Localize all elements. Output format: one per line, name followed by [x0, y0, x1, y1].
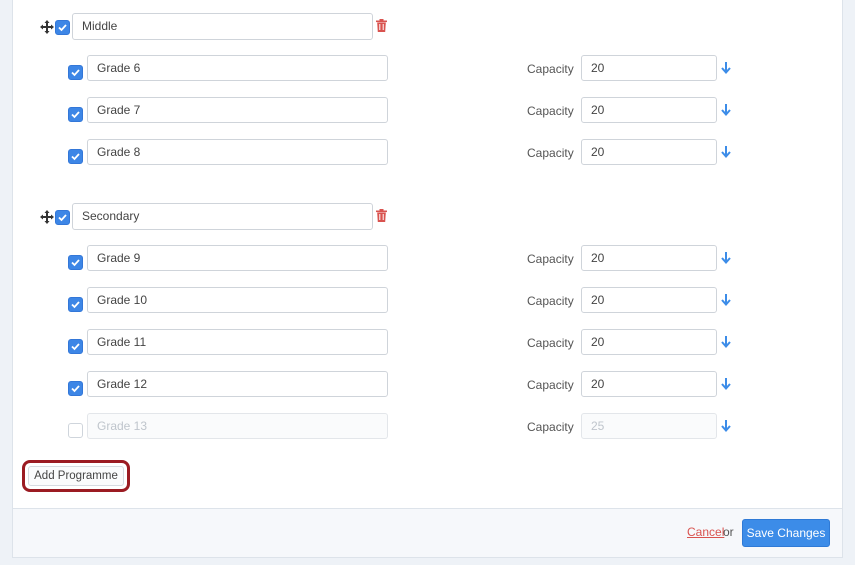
add-programme-highlight: Add Programme [22, 460, 130, 492]
cancel-link[interactable]: Cancel [687, 525, 724, 539]
move-icon[interactable] [40, 20, 54, 34]
trash-icon[interactable] [376, 19, 387, 32]
grade-checkbox[interactable] [68, 149, 83, 164]
group-name-input-secondary[interactable]: Secondary [72, 203, 373, 230]
capacity-input[interactable]: 20 [581, 371, 717, 397]
arrow-down-icon[interactable] [721, 420, 731, 432]
grade-name-input[interactable]: Grade 11 [87, 329, 388, 355]
capacity-input[interactable]: 20 [581, 139, 717, 165]
grade-name-input[interactable]: Grade 9 [87, 245, 388, 271]
capacity-input[interactable]: 20 [581, 55, 717, 81]
group-checkbox-secondary[interactable] [55, 210, 70, 225]
capacity-input[interactable]: 20 [581, 245, 717, 271]
check-icon [71, 153, 80, 161]
arrow-down-icon[interactable] [721, 146, 731, 158]
save-changes-button[interactable]: Save Changes [742, 519, 830, 547]
grade-name-input[interactable]: Grade 10 [87, 287, 388, 313]
capacity-label: Capacity [527, 294, 574, 308]
arrow-down-icon[interactable] [721, 62, 731, 74]
grade-name-input[interactable]: Grade 8 [87, 139, 388, 165]
check-icon [71, 343, 80, 351]
grade-name-input[interactable]: Grade 13 [87, 413, 388, 439]
grade-checkbox[interactable] [68, 297, 83, 312]
check-icon [58, 24, 67, 32]
capacity-label: Capacity [527, 146, 574, 160]
arrow-down-icon[interactable] [721, 104, 731, 116]
or-text: or [723, 525, 734, 539]
capacity-input[interactable]: 20 [581, 329, 717, 355]
grade-name-input[interactable]: Grade 6 [87, 55, 388, 81]
add-programme-button[interactable]: Add Programme [28, 466, 124, 486]
programme-card [12, 0, 843, 558]
capacity-label: Capacity [527, 336, 574, 350]
capacity-label: Capacity [527, 378, 574, 392]
arrow-down-icon[interactable] [721, 252, 731, 264]
arrow-down-icon[interactable] [721, 378, 731, 390]
grade-checkbox[interactable] [68, 423, 83, 438]
arrow-down-icon[interactable] [721, 294, 731, 306]
grade-checkbox[interactable] [68, 339, 83, 354]
arrow-down-icon[interactable] [721, 336, 731, 348]
group-checkbox-middle[interactable] [55, 20, 70, 35]
grade-name-input[interactable]: Grade 7 [87, 97, 388, 123]
capacity-label: Capacity [527, 104, 574, 118]
capacity-label: Capacity [527, 62, 574, 76]
grade-checkbox[interactable] [68, 65, 83, 80]
capacity-input[interactable]: 20 [581, 97, 717, 123]
capacity-input[interactable]: 20 [581, 287, 717, 313]
check-icon [71, 69, 80, 77]
capacity-label: Capacity [527, 420, 574, 434]
check-icon [71, 301, 80, 309]
group-name-input-middle[interactable]: Middle [72, 13, 373, 40]
move-icon[interactable] [40, 210, 54, 224]
check-icon [58, 214, 67, 222]
grade-checkbox[interactable] [68, 107, 83, 122]
trash-icon[interactable] [376, 209, 387, 222]
check-icon [71, 111, 80, 119]
grade-checkbox[interactable] [68, 381, 83, 396]
grade-name-input[interactable]: Grade 12 [87, 371, 388, 397]
check-icon [71, 385, 80, 393]
check-icon [71, 259, 80, 267]
grade-checkbox[interactable] [68, 255, 83, 270]
capacity-label: Capacity [527, 252, 574, 266]
capacity-input[interactable]: 25 [581, 413, 717, 439]
